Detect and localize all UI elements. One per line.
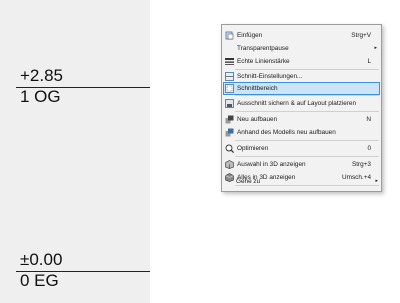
menu-item-shortcut: N [366,116,371,123]
menu-item-transparentpause[interactable]: Transparentpause ▸ [223,42,380,55]
level-panel: +2.85 1 OG ±0.00 0 EG [0,0,150,303]
line-weight-icon [225,58,234,65]
section-area-icon [225,84,234,93]
menu-item-label: Echte Linienstärke [237,58,290,65]
menu-item-ausschnitt-sichern[interactable]: Ausschnitt sichern & auf Layout platzier… [223,97,380,110]
menu-item-auswahl-in-3d[interactable]: Auswahl in 3D anzeigen Strg+3 [223,158,380,171]
level-name: 0 EG [20,271,59,290]
menu-item-label: Einfügen [237,32,263,39]
menu-item-label: Transparentpause [237,45,289,52]
menu-separator [235,111,379,112]
menu-separator [235,156,379,157]
save-view-icon [225,99,234,108]
menu-item-shortcut: Strg+3 [351,161,371,168]
menu-separator [235,140,379,141]
level-name: 1 OG [20,87,61,106]
zoom-fit-icon [225,144,234,153]
menu-item-shortcut: 0 [367,145,371,152]
menu-item-echte-linienstaerke[interactable]: Echte Linienstärke L [223,55,380,68]
rebuild-icon [225,115,234,124]
menu-item-shortcut: L [367,58,371,65]
menu-item-optimieren[interactable]: Optimieren 0 [223,142,380,155]
menu-item-einfuegen[interactable]: Einfügen Strg+V [223,29,380,42]
context-menu: Einfügen Strg+V Transparentpause ▸ Echte… [221,24,382,192]
menu-item-label: Ausschnitt sichern & auf Layout platzier… [237,100,357,107]
menu-item-label: Anhand des Modells neu aufbauen [237,129,336,136]
level-elevation: ±0.00 [20,250,63,269]
menu-item-label: Schnittbereich [237,85,278,92]
menu-item-label: Auswahl in 3D anzeigen [237,161,306,168]
rebuild-model-icon [225,128,234,137]
menu-item-label: Gehe zu [236,178,261,185]
menu-separator [235,95,379,96]
menu-item-label: Optimieren [237,145,269,152]
menu-item-shortcut: Strg+V [351,32,371,39]
menu-item-label: Neu aufbauen [237,116,278,123]
menu-item-anhand-modell-neu-aufbauen[interactable]: Anhand des Modells neu aufbauen [223,126,380,139]
menu-item-schnittbereich[interactable]: Schnittbereich [223,82,380,95]
menu-item-neu-aufbauen[interactable]: Neu aufbauen N [223,113,380,126]
paste-icon [225,31,234,40]
submenu-arrow-icon: ▸ [375,178,378,184]
level-elevation: +2.85 [20,66,64,85]
show-3d-icon [225,160,234,169]
section-settings-icon [225,72,234,81]
submenu-arrow-icon: ▸ [374,45,377,51]
menu-item-gehe-zu-label-row[interactable]: Gehe zu ▸ [222,175,381,188]
